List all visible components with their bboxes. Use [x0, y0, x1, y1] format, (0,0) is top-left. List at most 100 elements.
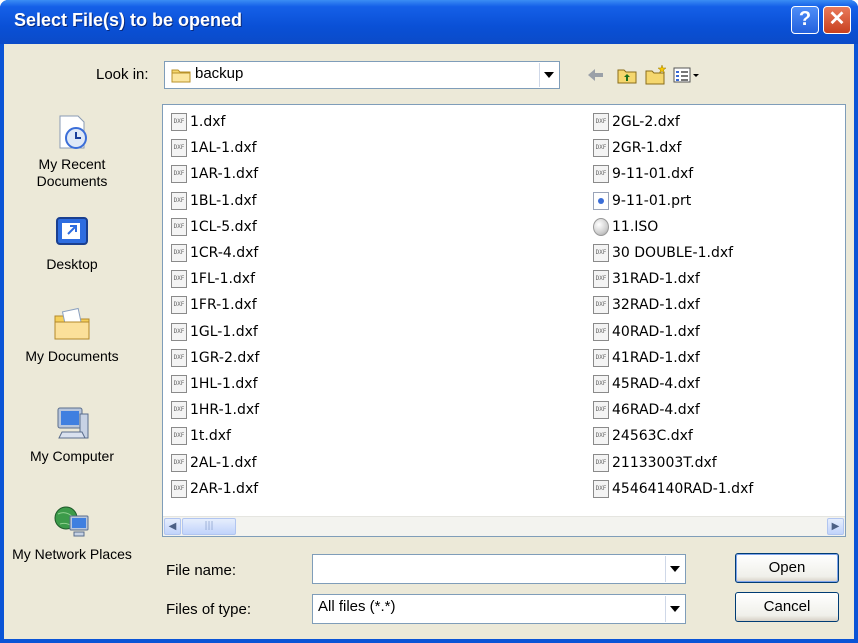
file-item[interactable]: DXF 41RAD-1.dxf [593, 345, 753, 371]
file-item[interactable]: 11.ISO [593, 214, 753, 240]
dxf-file-icon: DXF [171, 479, 187, 498]
dxf-file-icon: DXF [593, 139, 609, 158]
folder-icon [171, 69, 191, 83]
file-open-dialog: Select File(s) to be opened ? ✕ Look in:… [0, 0, 858, 643]
dxf-file-icon: DXF [171, 427, 187, 446]
dxf-file-icon: DXF [171, 401, 187, 420]
file-name: 1HR-1.dxf [190, 402, 260, 419]
file-item[interactable]: DXF 1GR-2.dxf [171, 345, 259, 371]
file-name: 1FR-1.dxf [190, 297, 257, 314]
file-item[interactable]: DXF 24563C.dxf [593, 423, 753, 449]
file-list[interactable]: DXF 1.dxf DXF 1AL-1.dxf DXF 1AR-1.dxf DXF 1BL-1… [162, 104, 846, 537]
title-bar[interactable]: Select File(s) to be opened ? ✕ [0, 0, 858, 44]
file-name: 1t.dxf [190, 428, 231, 445]
file-item[interactable]: DXF 1HL-1.dxf [171, 371, 259, 397]
dxf-file-icon: DXF [593, 348, 609, 367]
my-computer-icon [57, 407, 89, 439]
new-folder-icon[interactable] [644, 64, 668, 86]
file-name: 45RAD-4.dxf [612, 375, 700, 392]
help-button[interactable]: ? [791, 6, 819, 34]
file-name: 1GR-2.dxf [190, 349, 260, 366]
file-item[interactable]: DXF 46RAD-4.dxf [593, 397, 753, 423]
places-desktop[interactable]: Desktop [12, 212, 132, 273]
file-name: 1FL-1.dxf [190, 271, 256, 288]
file-item[interactable]: DXF 31RAD-1.dxf [593, 266, 753, 292]
dxf-file-icon: DXF [593, 322, 609, 341]
file-name: 45464140RAD-1.dxf [612, 480, 754, 497]
dxf-file-icon: DXF [171, 191, 187, 210]
recent-documents-icon [59, 115, 87, 149]
file-item[interactable]: DXF 1CR-4.dxf [171, 240, 259, 266]
chevron-down-icon[interactable] [665, 596, 684, 622]
file-item[interactable]: DXF 1FR-1.dxf [171, 292, 259, 318]
dxf-file-icon: DXF [593, 244, 609, 263]
file-item[interactable]: DXF 40RAD-1.dxf [593, 319, 753, 345]
my-documents-icon [54, 307, 90, 340]
file-item[interactable]: DXF 30 DOUBLE-1.dxf [593, 240, 753, 266]
look-in-dropdown[interactable]: backup [164, 61, 560, 89]
chevron-down-icon[interactable] [539, 63, 558, 87]
places-label: My Computer [29, 448, 115, 464]
cancel-button[interactable]: Cancel [735, 592, 839, 622]
file-item[interactable]: 9-11-01.prt [593, 188, 753, 214]
places-label: My Network Places [12, 546, 132, 562]
up-folder-icon[interactable] [616, 64, 638, 86]
scroll-left-icon[interactable]: ◀ [164, 518, 181, 535]
file-type-label: Files of type: [166, 601, 252, 618]
file-name: 31RAD-1.dxf [612, 271, 700, 288]
file-item[interactable]: DXF 1t.dxf [171, 423, 259, 449]
file-name: 41RAD-1.dxf [612, 349, 700, 366]
places-my-documents[interactable]: My Documents [12, 304, 132, 365]
back-arrow-icon[interactable] [584, 64, 606, 86]
places-recent-documents[interactable]: My Recent Documents [12, 112, 132, 190]
file-item[interactable]: DXF 2AL-1.dxf [171, 449, 259, 475]
file-item[interactable]: DXF 1AL-1.dxf [171, 135, 259, 161]
file-item[interactable]: DXF 2GL-2.dxf [593, 109, 753, 135]
file-name-input[interactable] [312, 554, 686, 584]
look-in-label: Look in: [96, 66, 149, 83]
file-item[interactable]: DXF 1.dxf [171, 109, 259, 135]
places-my-computer[interactable]: My Computer [12, 404, 132, 465]
places-network[interactable]: My Network Places [12, 502, 132, 563]
file-item[interactable]: DXF 1CL-5.dxf [171, 214, 259, 240]
file-name: 2AR-1.dxf [190, 480, 259, 497]
horizontal-scrollbar[interactable]: ◀ ||| ▶ [163, 516, 845, 536]
places-label: Desktop [46, 256, 98, 272]
chevron-down-icon[interactable] [665, 556, 684, 582]
dxf-file-icon: DXF [171, 270, 187, 289]
file-item[interactable]: DXF 1FL-1.dxf [171, 266, 259, 292]
places-label: My Recent Documents [36, 156, 108, 189]
file-item[interactable]: DXF 2GR-1.dxf [593, 135, 753, 161]
file-item[interactable]: DXF 1GL-1.dxf [171, 319, 259, 345]
dxf-file-icon: DXF [171, 217, 187, 236]
file-name: 2GR-1.dxf [612, 140, 682, 157]
file-type-select[interactable]: All files (*.*) [312, 594, 686, 624]
file-item[interactable]: DXF 1AR-1.dxf [171, 161, 259, 187]
close-button[interactable]: ✕ [823, 6, 851, 34]
file-item[interactable]: DXF 21133003T.dxf [593, 449, 753, 475]
file-name: 46RAD-4.dxf [612, 402, 700, 419]
file-item[interactable]: DXF 9-11-01.dxf [593, 161, 753, 187]
file-name: 40RAD-1.dxf [612, 323, 700, 340]
file-column-1: DXF 1.dxf DXF 1AL-1.dxf DXF 1AR-1.dxf DXF 1BL-1… [171, 109, 259, 502]
dxf-file-icon: DXF [593, 374, 609, 393]
file-item[interactable]: DXF 45RAD-4.dxf [593, 371, 753, 397]
views-menu-icon[interactable] [672, 64, 702, 86]
file-name: 24563C.dxf [612, 428, 693, 445]
file-item[interactable]: DXF 1HR-1.dxf [171, 397, 259, 423]
window-title: Select File(s) to be opened [14, 10, 243, 30]
file-name: 9-11-01.dxf [612, 166, 694, 183]
file-name: 30 DOUBLE-1.dxf [612, 245, 734, 262]
dxf-file-icon: DXF [593, 165, 609, 184]
file-name: 1CR-4.dxf [190, 245, 259, 262]
file-item[interactable]: DXF 1BL-1.dxf [171, 188, 259, 214]
file-name: 1CL-5.dxf [190, 218, 257, 235]
file-item[interactable]: DXF 2AR-1.dxf [171, 476, 259, 502]
file-name: 1AR-1.dxf [190, 166, 259, 183]
open-button[interactable]: Open [735, 553, 839, 583]
file-item[interactable]: DXF 45464140RAD-1.dxf [593, 476, 753, 502]
scroll-thumb[interactable]: ||| [182, 518, 236, 535]
file-item[interactable]: DXF 32RAD-1.dxf [593, 292, 753, 318]
scroll-right-icon[interactable]: ▶ [827, 518, 844, 535]
file-name: 9-11-01.prt [612, 192, 692, 209]
